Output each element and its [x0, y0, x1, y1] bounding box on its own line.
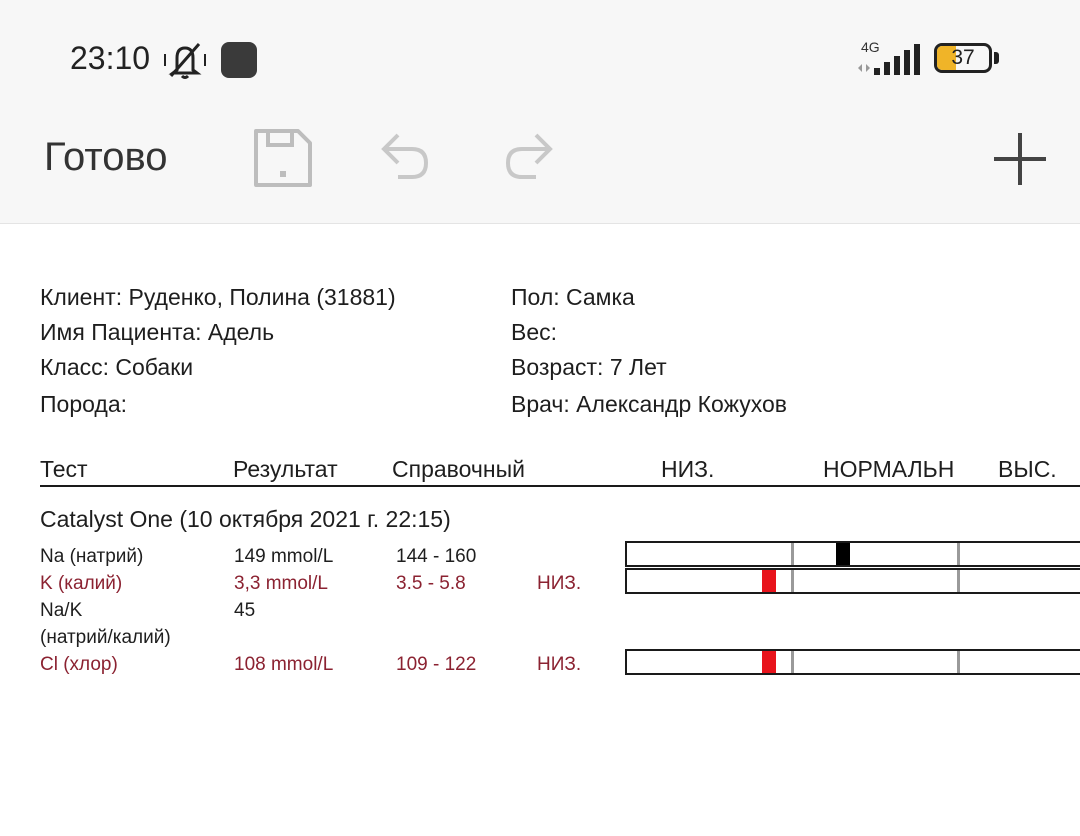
header-result: Результат — [233, 456, 338, 482]
patient-class: Класс: Собаки — [40, 354, 194, 380]
test-result: 108 mmol/L — [234, 654, 334, 675]
signal-icon — [858, 44, 920, 75]
save-icon[interactable] — [252, 127, 314, 189]
test-reference: 144 - 160 — [396, 546, 477, 567]
test-flag: НИЗ. — [537, 573, 582, 594]
value-marker — [761, 570, 776, 592]
range-bar — [625, 649, 1080, 675]
patient-doctor: Врач: Александр Кожухов — [511, 391, 787, 417]
test-name-detail: (натрий/калий) — [40, 627, 171, 648]
toolbar: Готово — [0, 115, 1080, 224]
range-low-tick — [791, 651, 794, 673]
header-low: НИЗ. — [661, 456, 715, 482]
test-result: 45 — [234, 600, 256, 621]
test-result: 3,3 mmol/L — [234, 573, 328, 594]
test-name: K (калий) — [40, 573, 123, 594]
range-low-tick — [791, 570, 794, 592]
app-notification-icon — [221, 42, 257, 78]
value-marker — [835, 543, 850, 565]
test-reference: 3.5 - 5.8 — [396, 573, 466, 594]
patient-sex: Пол: Самка — [511, 284, 635, 310]
analyzer-group-title: Catalyst One (10 октября 2021 г. 22:15) — [40, 506, 451, 532]
range-high-tick — [957, 543, 960, 565]
patient-age: Возраст: 7 Лет — [511, 354, 667, 380]
header-divider — [40, 485, 1080, 487]
test-flag: НИЗ. — [537, 654, 582, 675]
range-bar — [625, 568, 1080, 594]
range-low-tick — [791, 543, 794, 565]
header-test: Тест — [40, 456, 88, 482]
redo-icon[interactable] — [500, 129, 556, 185]
header-high: ВЫС. — [998, 456, 1057, 482]
patient-breed: Порода: — [40, 391, 128, 417]
done-button[interactable]: Готово — [44, 135, 168, 180]
status-time: 23:10 — [70, 40, 151, 76]
test-result: 149 mmol/L — [234, 546, 334, 567]
battery-level: 37 — [951, 46, 975, 69]
test-name: Na (натрий) — [40, 546, 144, 567]
muted-bell-icon — [164, 43, 206, 79]
range-high-tick — [957, 651, 960, 673]
header-reference: Справочный — [392, 456, 525, 482]
patient-weight: Вес: — [511, 319, 558, 345]
client-info: Клиент: Руденко, Полина (31881) — [40, 284, 396, 310]
status-bar: 23:10 4G 37 — [0, 0, 1080, 115]
test-reference: 109 - 122 — [396, 654, 477, 675]
battery-tip — [994, 52, 999, 64]
test-name: Na/K — [40, 600, 83, 621]
undo-icon[interactable] — [378, 129, 434, 185]
battery-icon: 37 — [934, 43, 992, 73]
test-name: Cl (хлор) — [40, 654, 118, 675]
value-marker — [761, 651, 776, 673]
patient-name: Имя Пациента: Адель — [40, 319, 275, 345]
plus-icon[interactable] — [990, 129, 1050, 189]
header-normal: НОРМАЛЬН — [823, 456, 955, 482]
range-bar — [625, 541, 1080, 567]
range-high-tick — [957, 570, 960, 592]
